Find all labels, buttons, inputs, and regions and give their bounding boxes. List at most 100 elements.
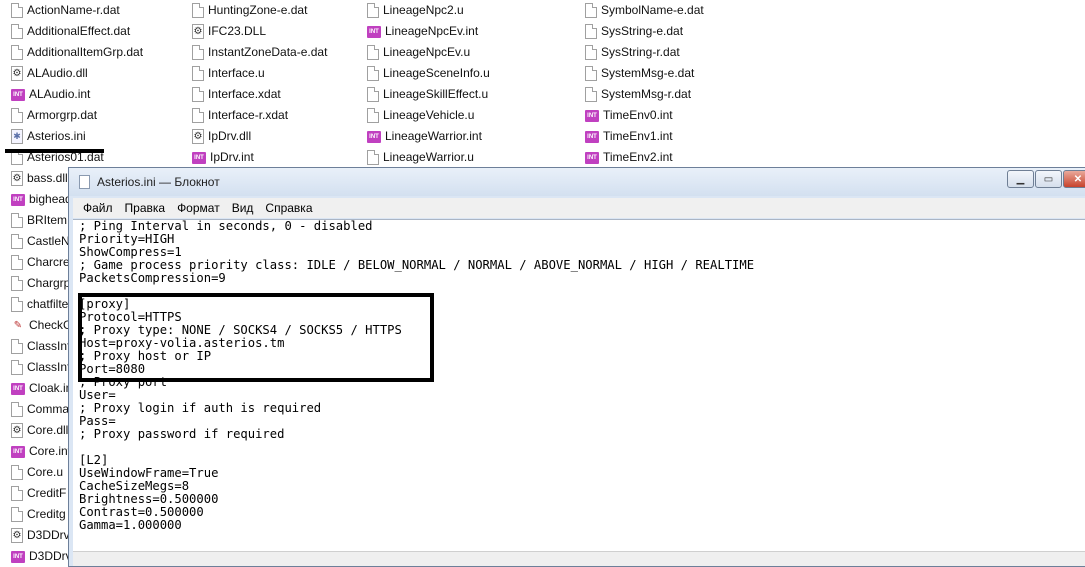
document-file-icon <box>11 360 23 375</box>
file-item[interactable]: IFC23.DLL <box>181 21 327 42</box>
menu-file[interactable]: Файл <box>73 198 119 218</box>
file-item[interactable]: Asterios.ini <box>0 126 143 147</box>
file-item[interactable]: INT IpDrv.int <box>181 147 327 168</box>
notepad-window[interactable]: Asterios.ini — Блокнот ▁ ▭ ✕ Файл Правка… <box>68 167 1085 567</box>
file-item[interactable]: ALAudio.dll <box>0 63 143 84</box>
file-name: LineageVehicle.u <box>383 108 475 122</box>
menu-edit[interactable]: Правка <box>119 198 172 218</box>
file-name: CreditF <box>27 486 67 500</box>
file-name: Comma <box>27 402 70 416</box>
file-item[interactable]: LineageNpc2.u <box>356 0 490 21</box>
file-item[interactable]: Interface.u <box>181 63 327 84</box>
document-file-icon <box>11 339 23 354</box>
text-editor-area[interactable]: ; Ping Interval in seconds, 0 - disabled… <box>73 219 1085 564</box>
file-item[interactable]: LineageSceneInfo.u <box>356 63 490 84</box>
document-file-icon <box>11 108 23 123</box>
int-file-icon: INT <box>585 151 599 164</box>
file-name: IpDrv.int <box>210 150 254 164</box>
file-name: LineageSkillEffect.u <box>383 87 489 101</box>
file-name: IpDrv.dll <box>208 129 252 143</box>
file-item[interactable]: HuntingZone-e.dat <box>181 0 327 21</box>
file-name: Core.dll <box>27 423 69 437</box>
document-file-icon <box>367 108 379 123</box>
maximize-button[interactable]: ▭ <box>1035 170 1062 188</box>
close-button[interactable]: ✕ <box>1063 170 1085 188</box>
document-file-icon <box>585 24 597 39</box>
file-item[interactable]: SysString-e.dat <box>574 21 704 42</box>
document-file-icon <box>585 66 597 81</box>
int-file-icon: INT <box>192 151 206 164</box>
ini-settings-file-icon <box>11 129 23 144</box>
file-item[interactable]: Interface.xdat <box>181 84 327 105</box>
file-item[interactable]: INT LineageWarrior.int <box>356 126 490 147</box>
file-name: ClassInf <box>27 360 71 374</box>
file-name: LineageNpcEv.u <box>383 45 471 59</box>
file-name: ALAudio.int <box>29 87 91 101</box>
document-file-icon <box>11 213 23 228</box>
file-name: Interface-r.xdat <box>208 108 289 122</box>
minimize-button[interactable]: ▁ <box>1007 170 1034 188</box>
int-file-icon: INT <box>11 445 25 458</box>
file-name: TimeEnv2.int <box>603 150 673 164</box>
dll-file-icon <box>192 129 204 144</box>
file-name: Asterios.ini <box>27 129 86 143</box>
notepad-app-icon <box>79 175 90 189</box>
menu-format[interactable]: Формат <box>171 198 226 218</box>
file-item[interactable]: INT TimeEnv1.int <box>574 126 704 147</box>
file-name: Core.int <box>29 444 72 458</box>
file-item[interactable]: Armorgrp.dat <box>0 105 143 126</box>
file-item[interactable]: LineageWarrior.u <box>356 147 490 168</box>
int-file-icon: INT <box>367 130 381 143</box>
file-item[interactable]: SystemMsg-e.dat <box>574 63 704 84</box>
file-item[interactable]: AdditionalEffect.dat <box>0 21 143 42</box>
file-name: LineageSceneInfo.u <box>383 66 490 80</box>
maximize-icon: ▭ <box>1043 173 1054 185</box>
document-file-icon <box>11 24 23 39</box>
dll-file-icon <box>11 66 23 81</box>
file-name: Cloak.in <box>29 381 73 395</box>
document-file-icon <box>367 66 379 81</box>
file-item[interactable]: Interface-r.xdat <box>181 105 327 126</box>
file-column-2: HuntingZone-e.dat IFC23.DLL InstantZoneDat… <box>181 0 327 168</box>
file-name: InstantZoneData-e.dat <box>208 45 328 59</box>
file-item[interactable]: ActionName-r.dat <box>0 0 143 21</box>
file-name: CastleN <box>27 234 70 248</box>
int-file-icon: INT <box>585 130 599 143</box>
file-item[interactable]: InstantZoneData-e.dat <box>181 42 327 63</box>
window-title: Asterios.ini — Блокнот <box>97 175 220 189</box>
file-item[interactable]: SystemMsg-r.dat <box>574 84 704 105</box>
menu-view[interactable]: Вид <box>226 198 260 218</box>
int-file-icon: INT <box>11 88 25 101</box>
document-file-icon <box>11 486 23 501</box>
document-file-icon <box>585 45 597 60</box>
file-item[interactable]: LineageSkillEffect.u <box>356 84 490 105</box>
document-file-icon <box>11 3 23 18</box>
proxy-section-highlight-box <box>78 293 434 382</box>
file-item[interactable]: SysString-r.dat <box>574 42 704 63</box>
file-item[interactable]: INT TimeEnv0.int <box>574 105 704 126</box>
file-item[interactable]: LineageNpcEv.u <box>356 42 490 63</box>
file-item[interactable]: LineageVehicle.u <box>356 105 490 126</box>
file-name: bass.dll <box>27 171 68 185</box>
document-file-icon <box>192 45 204 60</box>
file-name: LineageNpcEv.int <box>385 24 479 38</box>
file-name: bighead <box>29 192 72 206</box>
file-item[interactable]: AdditionalItemGrp.dat <box>0 42 143 63</box>
file-item[interactable]: INT LineageNpcEv.int <box>356 21 490 42</box>
document-file-icon <box>11 507 23 522</box>
document-file-icon <box>11 402 23 417</box>
dll-file-icon <box>11 528 23 543</box>
document-file-icon <box>192 108 204 123</box>
file-item[interactable]: SymbolName-e.dat <box>574 0 704 21</box>
document-file-icon <box>192 87 204 102</box>
menu-help[interactable]: Справка <box>259 198 318 218</box>
file-item[interactable]: IpDrv.dll <box>181 126 327 147</box>
file-item[interactable]: INT TimeEnv2.int <box>574 147 704 168</box>
notepad-titlebar[interactable]: Asterios.ini — Блокнот ▁ ▭ ✕ <box>69 168 1085 196</box>
int-file-icon: INT <box>11 193 25 206</box>
file-name: HuntingZone-e.dat <box>208 3 308 17</box>
document-file-icon <box>367 45 379 60</box>
dll-file-icon <box>11 171 23 186</box>
file-item[interactable]: INT ALAudio.int <box>0 84 143 105</box>
document-file-icon <box>585 87 597 102</box>
